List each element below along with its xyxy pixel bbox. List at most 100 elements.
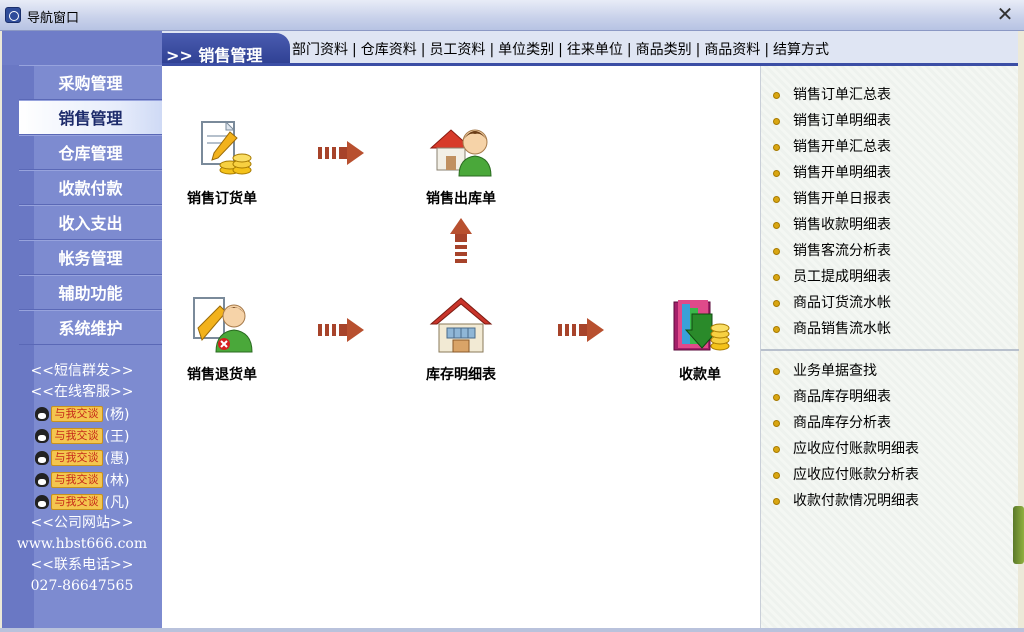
bullet-icon [773,299,780,307]
chat-contact-name: (王) [104,429,130,445]
list-item[interactable]: 商品订货流水帐 [773,290,891,316]
bullet-icon [773,497,780,505]
sidebar-item-utilities[interactable]: 辅助功能 [19,275,162,310]
receipt-node[interactable]: 收款单 [645,294,755,384]
nav-separator: | [558,42,563,58]
top-nav: >> 销售管理 部门资料 | 仓库资料 | 员工资料 | 单位类别 | 往来单位 | 商品类别 | 商品… [162,31,1018,66]
warehouse-icon [429,294,493,358]
list-item[interactable]: 应收应付账款分析表 [773,462,919,488]
scroll-handle[interactable] [1013,506,1024,564]
list-item[interactable]: 商品库存分析表 [773,410,919,436]
bullet-icon [773,91,780,99]
app-icon [5,7,21,23]
sidebar-item-payments[interactable]: 收款付款 [19,170,162,205]
receipt-label: 收款单 [679,367,721,383]
bullet-icon [773,367,780,375]
arrow-up-icon [450,218,472,263]
nav-separator: | [626,42,632,58]
website-url[interactable]: www.hbst666.com [2,534,162,555]
inventory-report-list: 业务单据查找 商品库存明细表 商品库存分析表 应收应付账款明细表 应收应付账款分… [773,358,919,514]
sales-return-node[interactable]: 销售退货单 [167,294,277,384]
house-person-icon [429,118,493,182]
sidebar-item-sales[interactable]: 销售管理 [19,100,162,135]
chat-button[interactable]: 与我交谈 [50,406,103,422]
chat-row: 与我交谈 (杨) [2,403,162,425]
bullet-icon [773,169,780,177]
bullet-icon [773,393,780,401]
nav-link-unit-types[interactable]: 单位类别 [498,42,554,58]
return-person-icon [190,294,254,358]
chat-contact-name: (惠) [104,451,130,467]
sidebar-item-accounts[interactable]: 帐务管理 [19,240,162,275]
sales-outbound-node[interactable]: 销售出库单 [406,118,516,208]
sidebar-item-income-expense[interactable]: 收入支出 [19,205,162,240]
website-link[interactable]: <<公司网站>> [2,513,162,534]
qq-penguin-icon [34,495,49,509]
inventory-detail-node[interactable]: 库存明细表 [406,294,516,384]
sales-order-node[interactable]: 销售订货单 [167,118,277,208]
sidebar-links: <<短信群发>> <<在线客服>> 与我交谈 (杨) 与我交谈 (王) 与我交谈… [2,361,162,597]
list-item[interactable]: 销售开单汇总表 [773,134,891,160]
arrow-right-icon [318,141,364,165]
sidebar: 采购管理 销售管理 仓库管理 收款付款 收入支出 帐务管理 辅助功能 系统维护 … [2,31,162,628]
sales-return-label: 销售退货单 [187,367,257,383]
bullet-icon [773,273,780,281]
list-item[interactable]: 销售订单汇总表 [773,82,891,108]
list-item[interactable]: 销售订单明细表 [773,108,891,134]
nav-link-partners[interactable]: 往来单位 [567,42,623,58]
list-item[interactable]: 员工提成明细表 [773,264,891,290]
qq-penguin-icon [34,473,49,487]
qq-penguin-icon [34,451,49,465]
nav-link-settlement[interactable]: 结算方式 [773,42,829,58]
nav-link-product-categories[interactable]: 商品类别 [636,42,692,58]
sales-report-list: 销售订单汇总表 销售订单明细表 销售开单汇总表 销售开单明细表 销售开单日报表 … [773,82,891,342]
list-item[interactable]: 销售收款明细表 [773,212,891,238]
list-item[interactable]: 业务单据查找 [773,358,919,384]
chat-button[interactable]: 与我交谈 [50,494,103,510]
sms-link[interactable]: <<短信群发>> [2,361,162,382]
chat-row: 与我交谈 (凡) [2,491,162,513]
current-section-tab: >> 销售管理 [162,33,290,65]
flow-panel: 销售订货单 销售出库单 销售退货单 库存明细表 收款单 [162,66,760,628]
nav-link-products[interactable]: 商品资料 [704,42,760,58]
bullet-icon [773,143,780,151]
nav-separator: | [420,42,426,58]
qq-penguin-icon [34,429,49,443]
nav-link-departments[interactable]: 部门资料 [292,42,348,58]
nav-separator: | [764,42,770,58]
sidebar-item-warehouse[interactable]: 仓库管理 [19,135,162,170]
list-item[interactable]: 销售客流分析表 [773,238,891,264]
list-item[interactable]: 应收应付账款明细表 [773,436,919,462]
bullet-icon [773,117,780,125]
nav-link-employees[interactable]: 员工资料 [429,42,485,58]
close-icon[interactable]: ✕ [994,3,1016,25]
list-item[interactable]: 收款付款情况明细表 [773,488,919,514]
chat-button[interactable]: 与我交谈 [50,450,103,466]
arrow-right-icon [318,318,364,342]
phone-number: 027-86647565 [30,578,134,594]
nav-link-warehouses[interactable]: 仓库资料 [361,42,417,58]
chat-button[interactable]: 与我交谈 [50,428,103,444]
list-item[interactable]: 商品库存明细表 [773,384,919,410]
nav-separator: | [695,42,701,58]
sales-order-label: 销售订货单 [187,191,257,207]
report-divider [761,349,1019,351]
list-item[interactable]: 销售开单明细表 [773,160,891,186]
sidebar-item-system[interactable]: 系统维护 [19,310,162,345]
bullet-icon [773,445,780,453]
chat-row: 与我交谈 (林) [2,469,162,491]
chat-contact-name: (杨) [104,407,130,423]
list-item[interactable]: 销售开单日报表 [773,186,891,212]
phone-link[interactable]: <<联系电话>> [2,555,162,576]
list-item[interactable]: 商品销售流水帐 [773,316,891,342]
chat-button[interactable]: 与我交谈 [50,472,103,488]
arrow-right-icon [558,318,604,342]
sidebar-item-purchase[interactable]: 采购管理 [19,65,162,100]
sidebar-header [2,31,162,65]
qq-penguin-icon [34,407,49,421]
report-panel: 销售订单汇总表 销售订单明细表 销售开单汇总表 销售开单明细表 销售开单日报表 … [760,66,1019,628]
inventory-detail-label: 库存明细表 [426,367,496,383]
chat-row: 与我交谈 (王) [2,425,162,447]
bullet-icon [773,419,780,427]
support-link[interactable]: <<在线客服>> [2,382,162,403]
